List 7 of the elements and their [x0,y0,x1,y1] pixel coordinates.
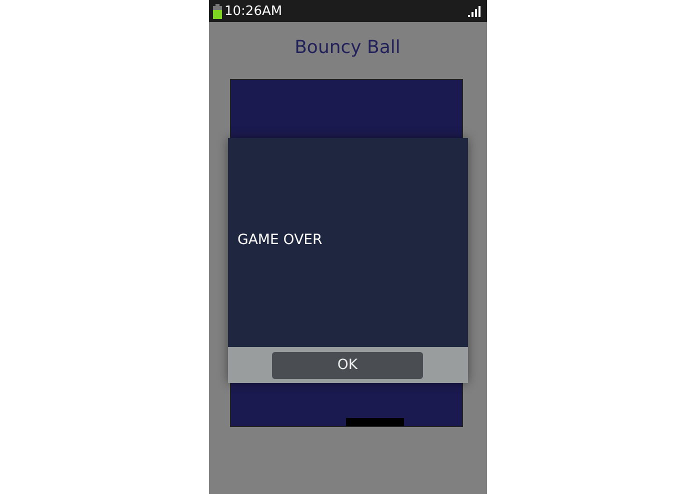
ok-button[interactable]: OK [272,352,423,378]
paddle [346,418,404,426]
dialog-message: GAME OVER [238,232,322,248]
app-title: Bouncy Ball [294,36,402,60]
signal-icon [468,6,480,16]
status-time: 10:26AM [224,4,284,18]
battery-icon [212,4,222,18]
